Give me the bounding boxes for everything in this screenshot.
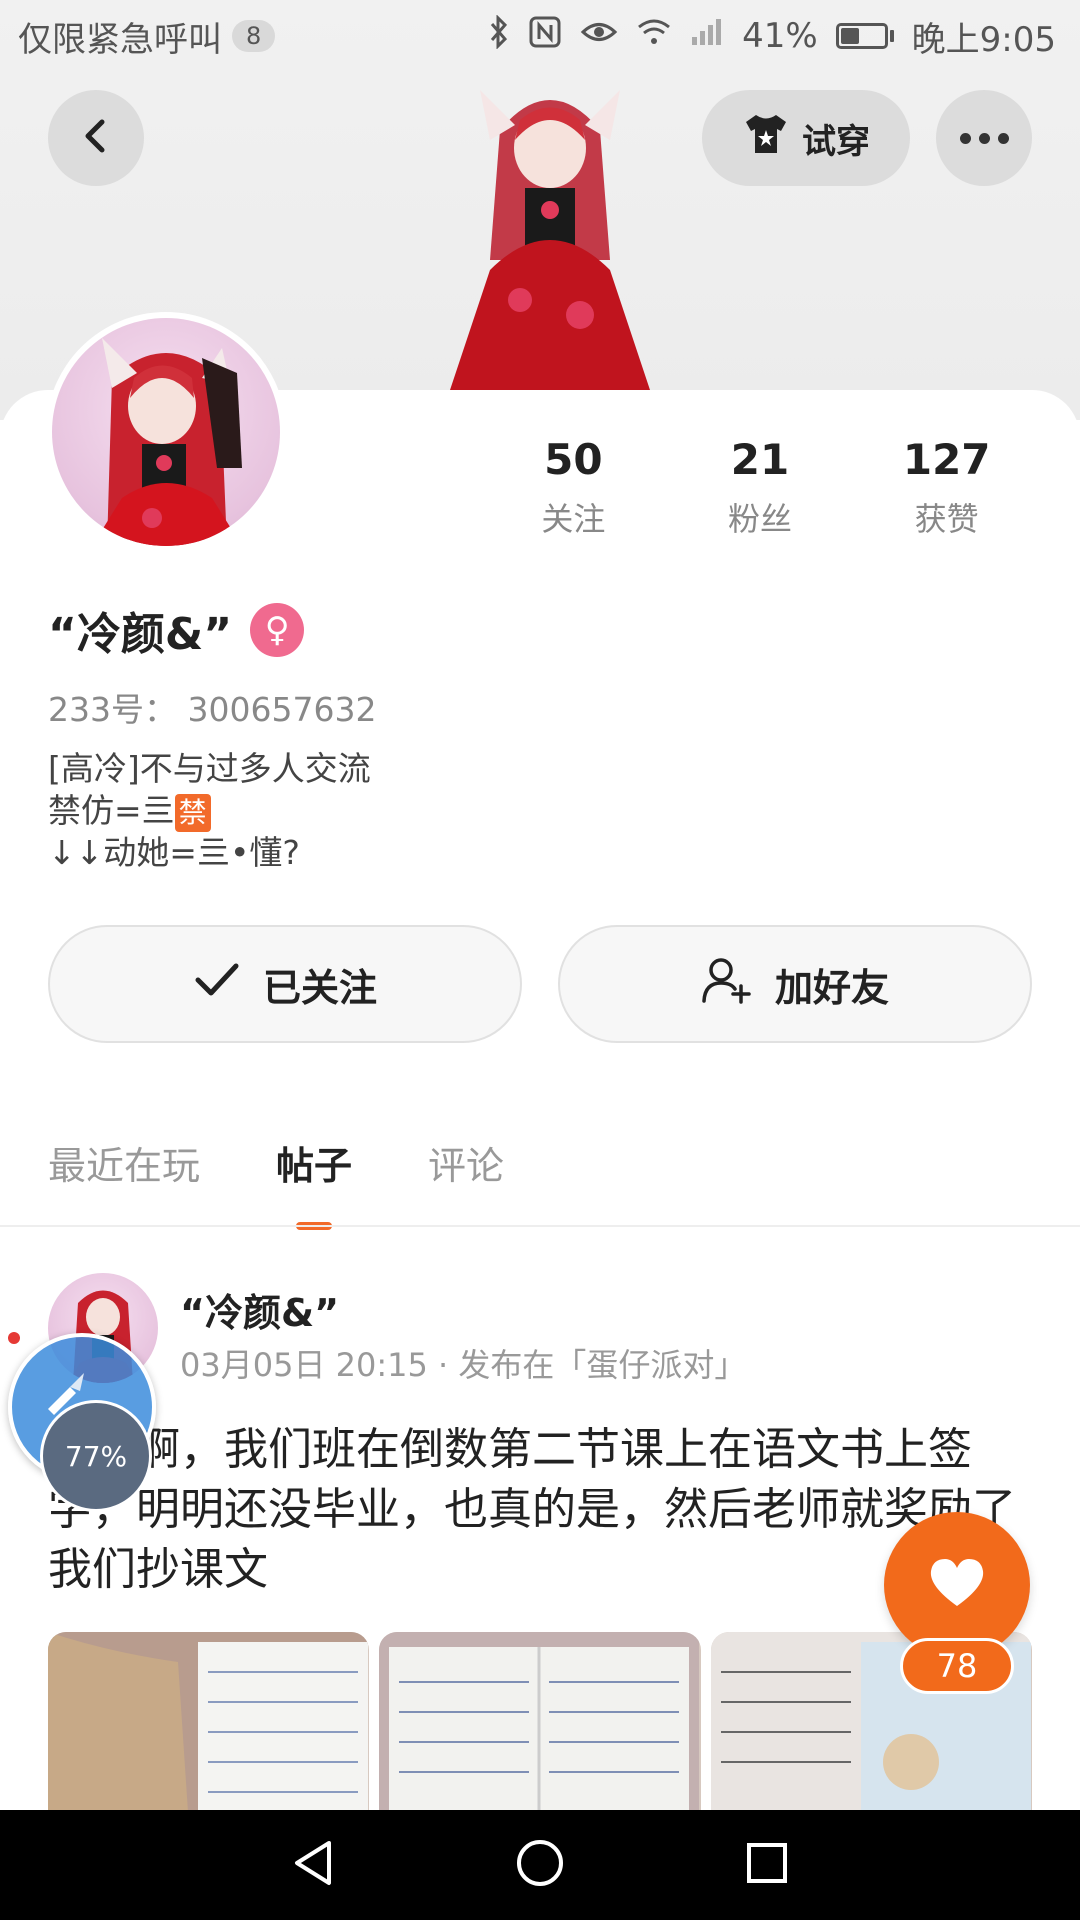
like-button[interactable] xyxy=(884,1512,1030,1658)
post-image[interactable] xyxy=(48,1632,370,1812)
back-button[interactable] xyxy=(48,90,144,186)
profile-name: “冷颜&” xyxy=(48,609,233,660)
profile-avatar[interactable] xyxy=(46,312,286,552)
stat-label: 获赞 xyxy=(914,500,979,538)
heart-icon xyxy=(927,1556,987,1614)
bio-text: 禁仿=亖 xyxy=(48,791,175,830)
back-triangle-icon[interactable] xyxy=(287,1837,339,1893)
user-id: 233号： 300657632 xyxy=(48,690,377,729)
avatar-character-figure xyxy=(420,70,680,390)
recents-square-icon[interactable] xyxy=(741,1837,793,1893)
clock: 晚上9:05 xyxy=(911,19,1056,60)
try-on-button[interactable]: 试穿 xyxy=(702,90,910,186)
try-on-label: 试穿 xyxy=(802,121,870,162)
check-icon xyxy=(193,960,241,1009)
stat-number: 127 xyxy=(902,435,991,484)
tab-recently-played[interactable]: 最近在玩 xyxy=(48,1135,200,1190)
tab-comments[interactable]: 评论 xyxy=(428,1135,504,1190)
system-navigation-bar xyxy=(0,1810,1080,1920)
tab-label: 评论 xyxy=(428,1144,505,1188)
unread-dot xyxy=(8,1332,20,1344)
followed-button[interactable]: 已关注 xyxy=(48,925,522,1043)
wifi-icon xyxy=(636,16,672,56)
ban-emoji-badge: 禁 xyxy=(174,793,211,832)
signal-icon xyxy=(690,16,724,56)
nfc-icon xyxy=(528,15,562,58)
more-options-button[interactable] xyxy=(936,90,1032,186)
stat-number: 50 xyxy=(544,435,603,484)
add-friend-label: 加好友 xyxy=(774,965,889,1010)
battery-icon xyxy=(835,23,894,49)
post-image[interactable] xyxy=(379,1632,701,1812)
home-circle-icon[interactable] xyxy=(514,1837,566,1893)
tab-posts[interactable]: 帖子 xyxy=(276,1135,353,1230)
battery-percent: 41% xyxy=(742,16,818,56)
stat-followers[interactable]: 21 粉丝 xyxy=(667,435,854,540)
add-user-icon xyxy=(701,956,753,1013)
profile-tabs: 最近在玩 帖子 评论 xyxy=(48,1135,504,1230)
profile-bio: [高冷]不与过多人交流 禁仿=亖禁 ↓↓动她=亖•懂? xyxy=(48,748,371,874)
like-count: 78 xyxy=(900,1638,1014,1694)
stat-label: 粉丝 xyxy=(728,500,793,538)
bio-line: [高冷]不与过多人交流 xyxy=(48,749,371,788)
more-dot-icon xyxy=(978,132,990,144)
stat-likes[interactable]: 127 获赞 xyxy=(853,435,1040,540)
profile-name-row: “冷颜&” ♀ xyxy=(48,598,305,662)
status-bar: 仅限紧急呼叫 8 41% 晚上9:05 xyxy=(0,0,1080,72)
carrier-text: 仅限紧急呼叫 xyxy=(18,19,222,60)
bluetooth-icon xyxy=(488,13,510,58)
eye-comfort-icon xyxy=(580,16,618,56)
progress-percent: 77% xyxy=(40,1400,152,1512)
more-dot-icon xyxy=(959,132,971,144)
female-icon: ♀ xyxy=(250,603,305,657)
post-author-name[interactable]: “冷颜&” xyxy=(180,1282,339,1337)
post-image-grid xyxy=(48,1632,1032,1812)
stat-number: 21 xyxy=(730,435,790,484)
profile-stats: 50 关注 21 粉丝 127 获赞 xyxy=(480,435,1040,540)
more-dot-icon xyxy=(997,132,1009,144)
add-friend-button[interactable]: 加好友 xyxy=(558,925,1032,1043)
tabs-divider xyxy=(0,1225,1080,1227)
bio-line: 禁仿=亖禁 xyxy=(48,790,371,832)
stat-following[interactable]: 50 关注 xyxy=(480,435,667,540)
shirt-icon xyxy=(742,112,790,165)
tab-label: 帖子 xyxy=(276,1144,353,1188)
tab-label: 最近在玩 xyxy=(48,1144,201,1188)
notification-count-badge: 8 xyxy=(232,20,276,52)
followed-label: 已关注 xyxy=(262,965,377,1010)
post-meta: 03月05日 20:15 · 发布在「蛋仔派对」 xyxy=(180,1346,747,1384)
stat-label: 关注 xyxy=(541,500,606,538)
bio-line: ↓↓动她=亖•懂? xyxy=(48,833,300,872)
chevron-left-icon xyxy=(76,116,116,160)
